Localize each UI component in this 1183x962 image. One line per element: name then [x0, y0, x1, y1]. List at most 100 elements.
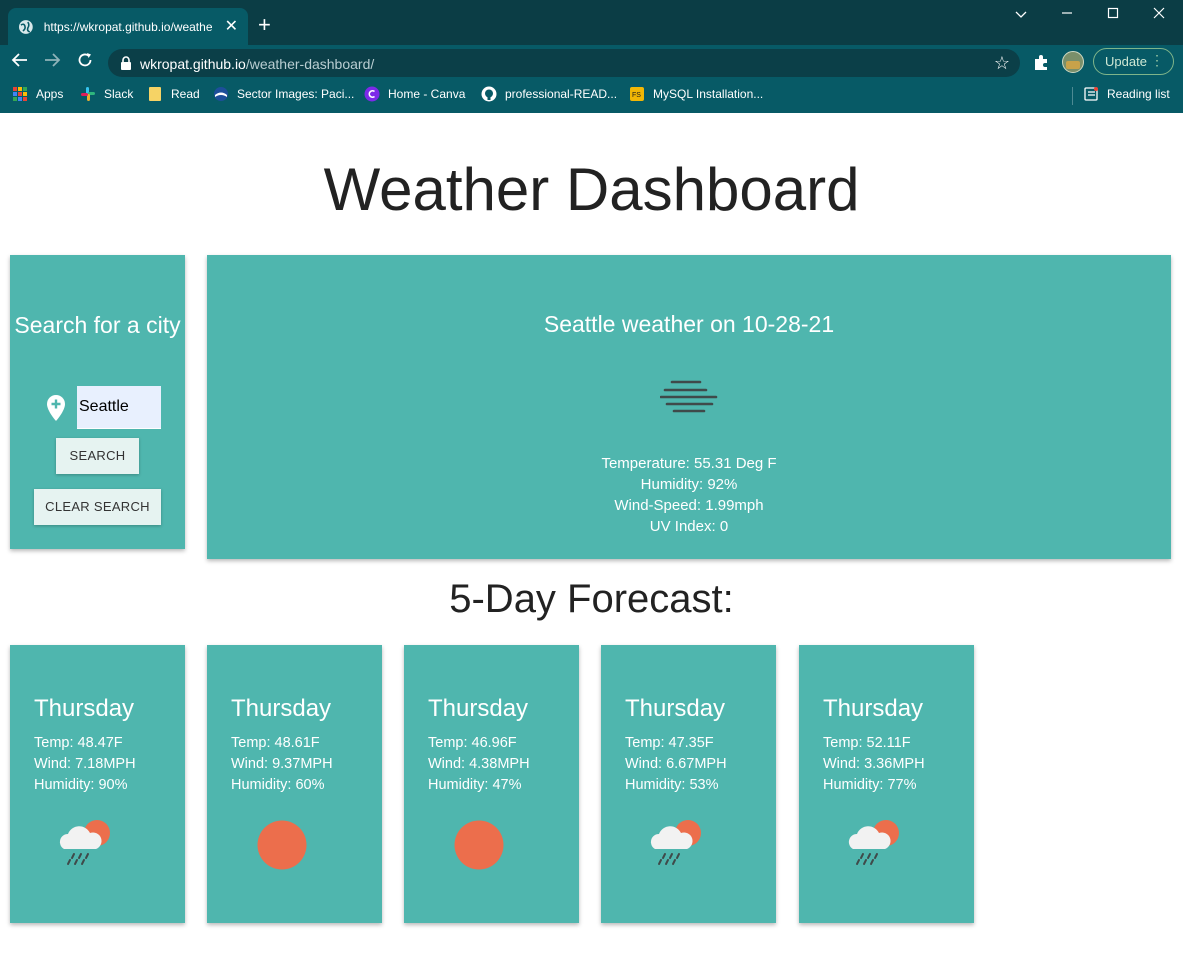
search-heading: Search for a city — [14, 312, 181, 338]
menu-dots-icon[interactable]: ⋮ — [1150, 53, 1164, 67]
rain-cloud-sun-icon — [650, 820, 701, 865]
forecast-temp: Temp: 48.47F — [34, 735, 123, 751]
forecast-day: Thursday — [428, 695, 529, 722]
bookmark-label: Slack — [104, 87, 134, 101]
current-weather-stats: Temperature: 55.31 Deg F Humidity: 92% W… — [207, 453, 1171, 537]
close-window-icon[interactable] — [1147, 6, 1171, 26]
search-button[interactable]: SEARCH — [56, 438, 139, 474]
bookmark-label: MySQL Installation... — [653, 87, 764, 101]
bookmark-label: Read — [171, 87, 200, 101]
forecast-humidity: Humidity: 77% — [823, 777, 917, 793]
page-title: Weather Dashboard — [323, 156, 860, 223]
rain-cloud-sun-icon — [848, 820, 899, 865]
minimize-icon[interactable] — [1055, 6, 1079, 26]
bookmarks-bar: Apps Slack Read Sector Images: Paci... H… — [0, 79, 1183, 113]
maximize-icon[interactable] — [1101, 6, 1125, 26]
forecast-stats: Temp: 47.35F Wind: 6.67MPH Humidity: 53% — [625, 733, 727, 796]
forecast-wind: Wind: 3.36MPH — [823, 756, 925, 772]
forecast-day: Thursday — [625, 695, 726, 722]
forecast-humidity: Humidity: 47% — [428, 777, 522, 793]
url-domain: wkropat.github.io — [140, 56, 246, 72]
new-tab-icon[interactable]: + — [258, 14, 271, 36]
forecast-wind: Wind: 9.37MPH — [231, 756, 333, 772]
current-humidity: Humidity: 92% — [640, 476, 738, 493]
current-temperature: Temperature: 55.31 Deg F — [601, 455, 777, 472]
forecast-card-1: Thursday Temp: 48.47F Wind: 7.18MPH Humi… — [10, 645, 185, 923]
search-card: Search for a city SEARCH CLEAR SEARCH — [10, 255, 185, 549]
bookmark-apps[interactable]: Apps — [12, 86, 63, 102]
tab-title: https://wkropat.github.io/weathe — [43, 19, 213, 34]
forecast-day: Thursday — [231, 695, 332, 722]
reading-list-icon — [1084, 87, 1098, 101]
reload-icon[interactable] — [74, 51, 96, 73]
bookmark-read[interactable]: Read — [147, 86, 200, 102]
browser-tab[interactable]: https://wkropat.github.io/weathe ✕ — [8, 8, 248, 45]
bookmark-label: Home - Canva — [388, 87, 466, 101]
forecast-humidity: Humidity: 90% — [34, 777, 128, 793]
bookmark-slack[interactable]: Slack — [80, 86, 133, 102]
city-search-input[interactable] — [77, 386, 161, 429]
forecast-card-3: Thursday Temp: 46.96F Wind: 4.38MPH Humi… — [404, 645, 579, 923]
address-bar[interactable]: wkropat.github.io/weather-dashboard/ ☆ — [108, 49, 1020, 77]
forecast-wind: Wind: 7.18MPH — [34, 756, 136, 772]
apps-grid-icon — [13, 87, 27, 101]
forecast-temp: Temp: 46.96F — [428, 735, 517, 751]
bookmark-professional-readme[interactable]: professional-READ... — [481, 86, 617, 102]
close-tab-icon[interactable]: ✕ — [225, 18, 238, 35]
forecast-card-4: Thursday Temp: 47.35F Wind: 6.67MPH Humi… — [601, 645, 776, 923]
noaa-icon — [214, 87, 228, 101]
browser-tabstrip: https://wkropat.github.io/weathe ✕ + — [0, 0, 1183, 45]
update-label: Update — [1105, 54, 1147, 69]
forecast-wind: Wind: 4.38MPH — [428, 756, 530, 772]
forecast-stats: Temp: 48.61F Wind: 9.37MPH Humidity: 60% — [231, 733, 333, 796]
sun-icon — [257, 820, 307, 870]
svg-text:FS: FS — [632, 92, 641, 99]
current-weather-title: Seattle weather on 10-28-21 — [543, 311, 835, 337]
forecast-stats: Temp: 48.47F Wind: 7.18MPH Humidity: 90% — [34, 733, 136, 796]
forecast-day: Thursday — [823, 695, 924, 722]
lock-icon — [121, 56, 131, 70]
globe-icon — [18, 19, 33, 34]
bookmark-star-icon[interactable]: ☆ — [994, 53, 1010, 74]
back-arrow-icon[interactable] — [9, 51, 31, 73]
forecast-humidity: Humidity: 60% — [231, 777, 325, 793]
mysql-icon: FS — [630, 87, 644, 101]
canva-icon — [364, 86, 380, 102]
current-weather-card: Seattle weather on 10-28-21 Temperature:… — [207, 255, 1171, 559]
bookmark-canva[interactable]: Home - Canva — [364, 86, 465, 102]
update-button[interactable]: Update ⋮ — [1093, 48, 1174, 75]
bookmark-label: Sector Images: Paci... — [237, 87, 355, 101]
forecast-stats: Temp: 52.11F Wind: 3.36MPH Humidity: 77% — [823, 733, 925, 796]
bookmark-sector-images[interactable]: Sector Images: Paci... — [213, 86, 354, 102]
clear-search-button[interactable]: CLEAR SEARCH — [34, 489, 161, 525]
extensions-puzzle-icon[interactable] — [1032, 54, 1050, 72]
github-icon — [481, 86, 497, 102]
reading-list-button[interactable]: Reading list — [1083, 86, 1170, 102]
forecast-temp: Temp: 52.11F — [823, 735, 911, 751]
url-text: wkropat.github.io/weather-dashboard/ — [140, 56, 374, 72]
forecast-stats: Temp: 46.96F Wind: 4.38MPH Humidity: 47% — [428, 733, 530, 796]
forecast-temp: Temp: 47.35F — [625, 735, 714, 751]
forecast-title: 5-Day Forecast: — [449, 577, 734, 621]
rain-cloud-sun-icon — [59, 820, 110, 865]
fog-icon — [660, 380, 718, 413]
browser-toolbar: wkropat.github.io/weather-dashboard/ ☆ U… — [0, 45, 1183, 79]
forecast-card-2: Thursday Temp: 48.61F Wind: 9.37MPH Humi… — [207, 645, 382, 923]
forward-arrow-icon[interactable] — [41, 51, 63, 73]
folder-icon — [149, 87, 161, 101]
forecast-wind: Wind: 6.67MPH — [625, 756, 727, 772]
url-path: /weather-dashboard/ — [245, 56, 375, 72]
bookmark-mysql-installation[interactable]: FS MySQL Installation... — [629, 86, 763, 102]
add-location-pin-icon — [47, 395, 65, 421]
reading-list-label: Reading list — [1107, 87, 1170, 101]
current-wind-speed: Wind-Speed: 1.99mph — [614, 497, 764, 514]
forecast-day: Thursday — [34, 695, 135, 722]
forecast-humidity: Humidity: 53% — [625, 777, 719, 793]
bookmark-label: professional-READ... — [505, 87, 618, 101]
tab-search-chevron-icon[interactable] — [1009, 6, 1033, 26]
slack-icon — [81, 87, 95, 101]
forecast-card-5: Thursday Temp: 52.11F Wind: 3.36MPH Humi… — [799, 645, 974, 923]
page-content: Weather Dashboard Search for a city SEAR… — [0, 113, 1183, 962]
profile-avatar[interactable] — [1062, 51, 1084, 73]
bookmark-label: Apps — [36, 87, 64, 101]
